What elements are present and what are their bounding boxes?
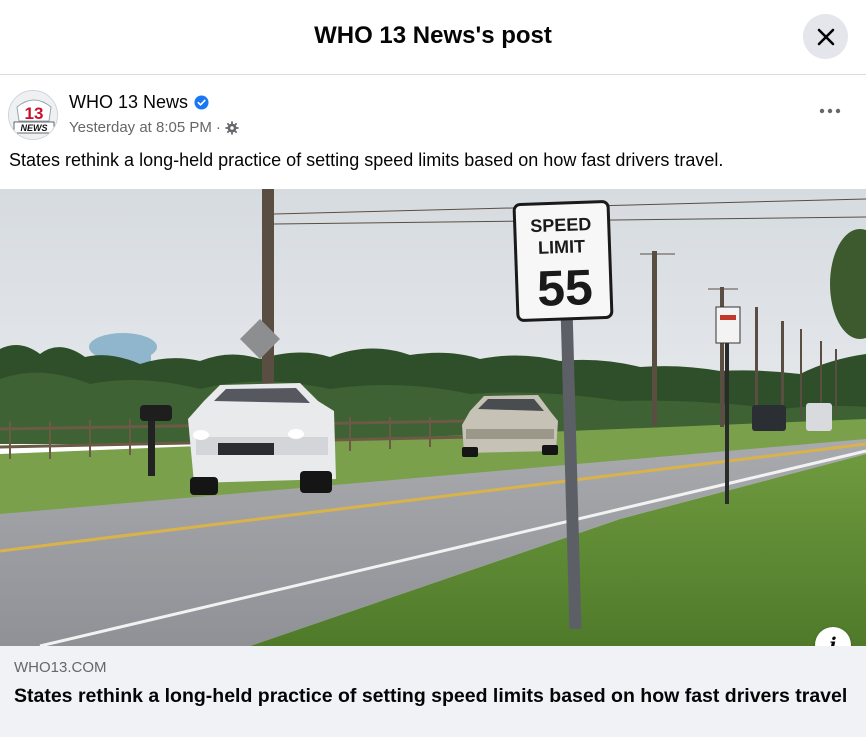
dialog-title: WHO 13 News's post xyxy=(314,22,552,49)
post-header: 13 NEWS WHO 13 News Yesterday at 8:05 PM… xyxy=(0,76,866,146)
author-name[interactable]: WHO 13 News xyxy=(69,92,188,113)
avatar-label: NEWS xyxy=(21,123,48,133)
sign-value: 55 xyxy=(536,259,594,317)
author: WHO 13 News xyxy=(69,92,209,113)
road-scene-image: SPEED LIMIT 55 xyxy=(0,189,866,646)
more-icon xyxy=(819,108,841,114)
sign-line1: SPEED xyxy=(530,214,592,236)
link-title: States rethink a long-held practice of s… xyxy=(14,685,848,707)
dialog-header: WHO 13 News's post xyxy=(0,0,866,75)
link-domain: WHO13.COM xyxy=(14,659,107,676)
close-icon xyxy=(817,28,834,45)
avatar[interactable]: 13 NEWS xyxy=(8,90,58,140)
post-meta: Yesterday at 8:05 PM · xyxy=(69,119,239,136)
speed-limit-sign: SPEED LIMIT 55 xyxy=(512,200,614,322)
who13-logo: 13 NEWS xyxy=(9,91,57,139)
avatar-number: 13 xyxy=(25,104,44,123)
verified-badge-icon xyxy=(194,95,209,110)
meta-separator: · xyxy=(215,119,221,136)
post-timestamp[interactable]: Yesterday at 8:05 PM xyxy=(69,119,212,136)
more-options-button[interactable] xyxy=(812,98,848,124)
close-button[interactable] xyxy=(803,14,848,59)
link-preview[interactable]: WHO13.COM States rethink a long-held pra… xyxy=(0,646,866,737)
sign-line2: LIMIT xyxy=(538,236,586,258)
post-photo[interactable]: SPEED LIMIT 55 xyxy=(0,189,866,646)
post-caption: States rethink a long-held practice of s… xyxy=(9,150,724,170)
gear-icon xyxy=(225,120,239,135)
